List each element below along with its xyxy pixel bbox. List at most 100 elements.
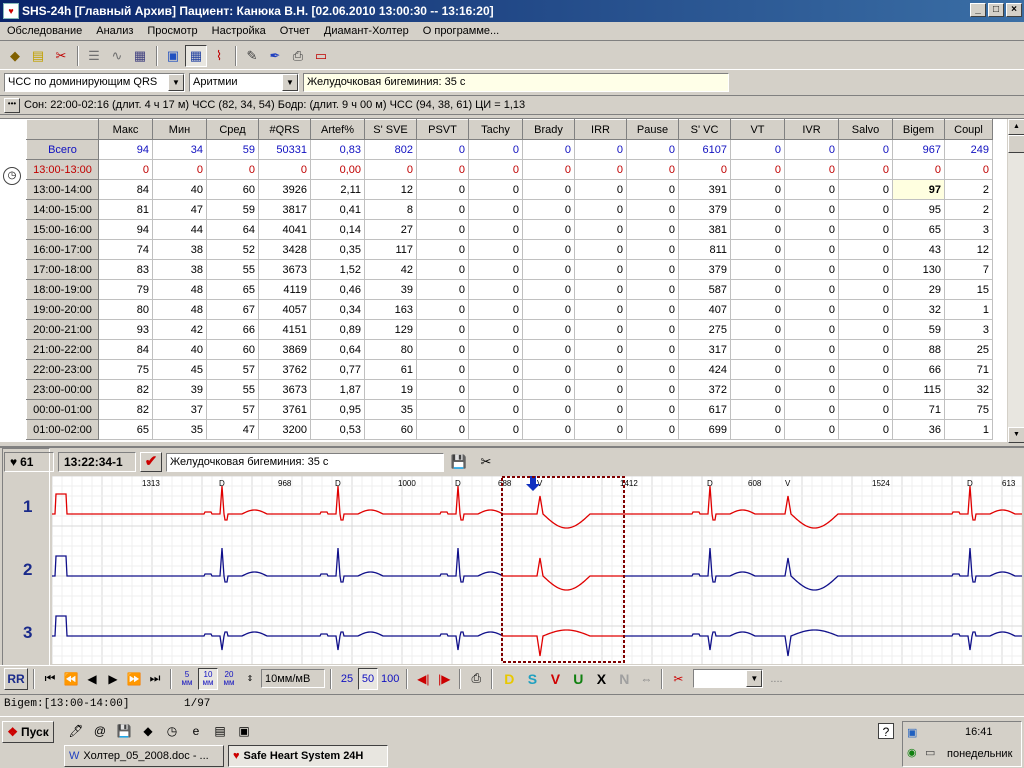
back-icon[interactable]: ◀ [82, 668, 102, 690]
row-header[interactable]: 13:00-14:00 [26, 179, 99, 200]
table-cell[interactable]: 0 [416, 379, 469, 400]
table-cell[interactable]: 130 [892, 259, 945, 280]
table-cell[interactable]: 61 [364, 359, 417, 380]
table-cell[interactable]: 0 [574, 339, 627, 360]
table-view-icon[interactable]: ▦ [185, 44, 207, 67]
table-cell[interactable]: 0 [416, 319, 469, 340]
table-cell[interactable]: 4041 [258, 219, 311, 240]
ecg-strip[interactable]: D D D V D V D 1313 968 1000 688 1412 608 1524 613 [52, 476, 1022, 664]
quicklaunch-icon[interactable]: 🖊 [68, 723, 84, 739]
open-folder-icon[interactable]: ▤ [27, 45, 49, 67]
table-cell[interactable]: 129 [364, 319, 417, 340]
table-cell[interactable]: 0 [416, 399, 469, 420]
table-cell[interactable]: 0 [574, 279, 627, 300]
help-icon[interactable]: ? [878, 723, 894, 739]
table-cell[interactable]: 0 [574, 239, 627, 260]
column-header[interactable]: PSVT [416, 119, 469, 140]
table-cell[interactable]: 0 [730, 399, 785, 420]
row-header[interactable]: 19:00-20:00 [26, 299, 99, 320]
row-header[interactable]: 01:00-02:00 [26, 419, 99, 440]
task-word-document[interactable]: W Холтер_05_2008.doc - ... [64, 745, 224, 767]
table-cell[interactable]: 0 [730, 219, 785, 240]
table-cell[interactable]: 0 [152, 159, 207, 180]
table-cell[interactable]: 66 [206, 319, 259, 340]
table-cell[interactable]: 0 [838, 299, 893, 320]
table-cell[interactable]: 0 [522, 199, 575, 220]
scroll-up-icon[interactable]: ▲ [1008, 119, 1024, 135]
table-cell[interactable]: 37 [152, 399, 207, 420]
table-cell[interactable]: 0 [838, 179, 893, 200]
table-cell[interactable]: 44 [152, 219, 207, 240]
table-cell[interactable]: 0 [206, 159, 259, 180]
table-cell[interactable]: 0 [784, 379, 839, 400]
table-row[interactable]: 21:00-22:00 84 40 60 3869 0,64 80 0 0 0 0 0 317 0 0 0 88… [26, 339, 993, 360]
table-cell[interactable]: 81 [98, 199, 153, 220]
table-cell[interactable]: 0 [784, 319, 839, 340]
menu-report[interactable]: Отчет [273, 25, 317, 37]
quicklaunch-icon[interactable]: ◷ [164, 723, 180, 739]
close-button[interactable]: × [1006, 3, 1022, 17]
table-cell[interactable]: 34 [152, 139, 207, 160]
table-cell[interactable]: 35 [152, 419, 207, 440]
table-cell[interactable]: 3673 [258, 259, 311, 280]
table-cell[interactable]: 0 [468, 419, 523, 440]
table-cell[interactable]: 0 [98, 159, 153, 180]
table-cell[interactable]: 6107 [678, 139, 731, 160]
list-icon[interactable]: ☰ [83, 45, 105, 67]
table-cell[interactable]: 0 [574, 299, 627, 320]
table-cell[interactable]: 60 [206, 179, 259, 200]
table-cell[interactable]: 0 [416, 359, 469, 380]
table-cell[interactable]: 0,00 [310, 159, 365, 180]
table-cell[interactable]: 59 [892, 319, 945, 340]
table-cell[interactable]: 0 [944, 159, 993, 180]
chevron-down-icon[interactable]: ▼ [746, 670, 763, 687]
marker-select[interactable]: ▼ [693, 669, 764, 688]
table-cell[interactable]: 39 [364, 279, 417, 300]
table-cell[interactable]: 48 [152, 299, 207, 320]
rr-button[interactable]: RR [4, 667, 28, 690]
table-cell[interactable]: 0 [678, 159, 731, 180]
table-cell[interactable]: 0 [730, 239, 785, 260]
table-cell[interactable]: 0 [522, 159, 575, 180]
table-cell[interactable]: 55 [206, 379, 259, 400]
table-cell[interactable]: 0 [784, 339, 839, 360]
table-cell[interactable]: 75 [98, 359, 153, 380]
table-row[interactable]: 19:00-20:00 80 48 67 4057 0,34 163 0 0 0 0 0 407 0 0 0 3… [26, 299, 993, 320]
table-cell[interactable]: 0 [784, 399, 839, 420]
table-cell[interactable]: 65 [206, 279, 259, 300]
table-cell[interactable]: 74 [98, 239, 153, 260]
table-cell[interactable]: 0 [626, 419, 679, 440]
menu-settings[interactable]: Настройка [205, 25, 273, 37]
table-cell[interactable]: 0 [838, 259, 893, 280]
table-cell[interactable]: 0 [838, 379, 893, 400]
table-cell[interactable]: 84 [98, 179, 153, 200]
row-header[interactable]: Всего [26, 139, 99, 160]
table-cell[interactable]: 0 [730, 159, 785, 180]
table-cell[interactable]: 3 [944, 319, 993, 340]
table-cell[interactable]: 0 [468, 279, 523, 300]
table-cell[interactable]: 381 [678, 219, 731, 240]
table-cell[interactable]: 0 [892, 159, 945, 180]
scroll-thumb[interactable] [1008, 135, 1024, 153]
table-cell[interactable]: 4057 [258, 299, 311, 320]
table-cell[interactable]: 0 [626, 239, 679, 260]
table-cell[interactable]: 0 [522, 139, 575, 160]
table-cell[interactable]: 0,89 [310, 319, 365, 340]
table-cell[interactable]: 95 [892, 199, 945, 220]
table-cell[interactable]: 0 [626, 179, 679, 200]
table-cell[interactable]: 88 [892, 339, 945, 360]
table-cell[interactable]: 39 [152, 379, 207, 400]
table-cell[interactable]: 0 [522, 239, 575, 260]
table-cell[interactable]: 0 [784, 419, 839, 440]
table-cell[interactable]: 82 [98, 379, 153, 400]
table-cell[interactable]: 0 [784, 139, 839, 160]
table-cell[interactable]: 0 [626, 399, 679, 420]
table-cell[interactable]: 379 [678, 259, 731, 280]
table-cell[interactable]: 163 [364, 299, 417, 320]
table-cell[interactable]: 0 [784, 179, 839, 200]
table-cell[interactable]: 0 [416, 279, 469, 300]
table-cell[interactable]: 0 [838, 319, 893, 340]
event-highlight-box[interactable] [501, 476, 625, 663]
table-cell[interactable]: 0 [522, 419, 575, 440]
quicklaunch-icon[interactable]: ◆ [140, 723, 156, 739]
